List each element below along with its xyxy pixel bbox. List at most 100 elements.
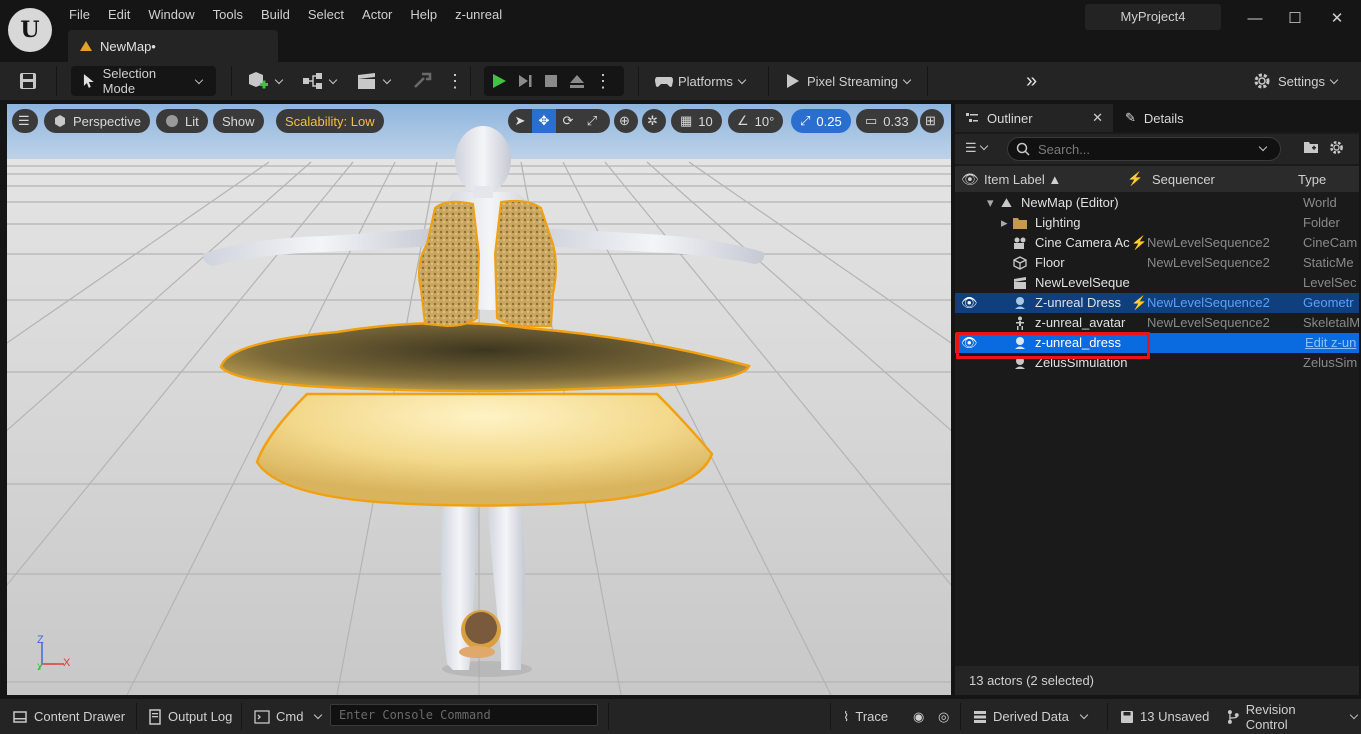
row-sequencer: NewLevelSequence2 — [1147, 295, 1270, 310]
column-type[interactable]: Type — [1298, 172, 1326, 187]
collapse-arrow-icon[interactable]: ▾ — [987, 193, 994, 213]
menu-edit[interactable]: Edit — [99, 6, 139, 24]
camera-speed-button[interactable]: ▭ 0.33 — [856, 109, 918, 133]
mesh-icon — [1013, 256, 1027, 270]
axis-y-label: Y — [37, 662, 44, 672]
menu-bar: File Edit Window Tools Build Select Acto… — [60, 6, 511, 24]
row-type-link[interactable]: Edit z-un — [1305, 333, 1361, 353]
close-window-icon[interactable]: ✕ — [1322, 6, 1352, 32]
derived-data-button[interactable]: Derived Data — [973, 699, 1091, 734]
unreal-logo-icon[interactable]: U — [8, 8, 52, 52]
outliner-row-z-unreal-dress-geometry[interactable]: 👁 Z-unreal Dress ⚡ NewLevelSequence2 Geo… — [955, 293, 1359, 313]
viewport-layout-icon[interactable]: ⊞ — [920, 109, 944, 133]
scale-snap-button[interactable]: ⤢ 0.25 — [791, 109, 851, 133]
menu-tools[interactable]: Tools — [204, 6, 252, 24]
project-name-badge[interactable]: MyProject4 — [1085, 4, 1221, 30]
sequence-icon — [1014, 277, 1026, 289]
add-actor-button[interactable] — [246, 66, 286, 96]
output-log-button[interactable]: Output Log — [148, 699, 232, 734]
build-icon[interactable] — [412, 66, 434, 96]
play-options-icon[interactable]: ⋮ — [594, 71, 612, 92]
level-viewport[interactable]: ☰ Perspective Lit Show Scalability: Low … — [7, 104, 951, 695]
rotate-tool-icon[interactable]: ⟳ — [556, 113, 580, 129]
scale-tool-icon[interactable]: ⤢ — [580, 113, 604, 129]
world-local-icon[interactable]: ⊕ — [614, 109, 638, 133]
trace-button[interactable]: ⌇ Trace — [843, 699, 888, 734]
grid-snap-button[interactable]: ▦ 10 — [671, 109, 722, 133]
row-label: Z-unreal Dress — [1035, 295, 1121, 310]
outliner-row-newmap[interactable]: ▾ ⛰ NewMap (Editor) World — [955, 193, 1359, 213]
more-options-icon[interactable]: ⋮ — [446, 66, 464, 96]
console-command-input[interactable] — [330, 704, 598, 726]
stop-icon[interactable] — [542, 72, 560, 90]
viewport-scene[interactable] — [7, 104, 951, 695]
panel-tabs: Outliner ✕ ✎ Details — [955, 104, 1359, 132]
surface-snap-icon[interactable]: ✲ — [642, 109, 666, 133]
tab-details-label: Details — [1143, 110, 1184, 126]
tab-details[interactable]: ✎ Details — [1115, 104, 1194, 132]
expand-arrow-icon[interactable]: ▸ — [1001, 213, 1008, 233]
outliner-settings-icon[interactable] — [1328, 139, 1345, 159]
perspective-button[interactable]: Perspective — [44, 109, 150, 133]
outliner-row-cine-camera[interactable]: Cine Camera Ac ⚡ NewLevelSequence2 CineC… — [955, 233, 1359, 253]
platforms-button[interactable]: Platforms — [654, 66, 749, 96]
filter-icon[interactable]: ☰ — [965, 140, 991, 156]
visibility-eye-icon[interactable]: 👁 — [961, 293, 978, 313]
outliner-row-z-unreal-avatar[interactable]: z-unreal_avatar NewLevelSequence2 Skelet… — [955, 313, 1359, 333]
save-icon[interactable] — [18, 66, 38, 96]
scalability-warning[interactable]: Scalability: Low — [276, 109, 384, 133]
maximize-icon[interactable]: ☐ — [1280, 6, 1310, 32]
select-tool-icon[interactable]: ➤ — [508, 113, 532, 129]
visibility-column-icon[interactable]: 👁 — [961, 171, 979, 188]
status-icon[interactable]: ◎ — [938, 699, 949, 734]
menu-select[interactable]: Select — [299, 6, 353, 24]
scale-snap-icon: ⤢ — [800, 113, 811, 128]
outliner-row-lighting[interactable]: ▸ Lighting Folder — [955, 213, 1359, 233]
outliner-search-input[interactable]: Search... — [1007, 137, 1281, 161]
move-tool-icon[interactable]: ✥ — [532, 109, 556, 133]
selection-mode-button[interactable]: Selection Mode — [71, 66, 216, 96]
minimize-icon[interactable]: — — [1240, 6, 1270, 32]
eject-icon[interactable] — [568, 72, 586, 90]
rotation-snap-button[interactable]: ∠ 10° — [728, 109, 784, 133]
play-icon[interactable] — [490, 72, 508, 90]
viewport-menu-icon[interactable]: ☰ — [12, 109, 38, 133]
cinematics-button[interactable] — [356, 66, 394, 96]
menu-file[interactable]: File — [60, 6, 99, 24]
show-button[interactable]: Show — [213, 109, 264, 133]
trace-icon: ⌇ — [843, 708, 850, 724]
revision-control-button[interactable]: Revision Control — [1226, 699, 1361, 734]
menu-help[interactable]: Help — [401, 6, 446, 24]
step-icon[interactable] — [516, 72, 534, 90]
angle-icon: ∠ — [737, 113, 749, 128]
lit-button[interactable]: Lit — [156, 109, 208, 133]
close-tab-icon[interactable]: ✕ — [1092, 110, 1103, 126]
row-label: NewLevelSeque — [1035, 275, 1130, 290]
menu-z-unreal[interactable]: z-unreal — [446, 6, 511, 24]
outliner-row-floor[interactable]: Floor NewLevelSequence2 StaticMe — [955, 253, 1359, 273]
perspective-label: Perspective — [73, 113, 141, 129]
menu-build[interactable]: Build — [252, 6, 299, 24]
sequencer-column-icon[interactable]: ⚡ — [1127, 171, 1143, 187]
expand-toolbar-icon[interactable]: » — [1026, 66, 1037, 96]
tab-outliner[interactable]: Outliner ✕ — [955, 104, 1113, 132]
settings-button[interactable]: Settings — [1252, 66, 1341, 96]
trace-label: Trace — [855, 709, 889, 724]
row-label: z-unreal_avatar — [1035, 315, 1126, 330]
viewport-toolbar: ☰ Perspective Lit Show Scalability: Low … — [7, 104, 951, 138]
outliner-row-level-sequence[interactable]: NewLevelSeque LevelSec — [955, 273, 1359, 293]
search-icon — [1016, 142, 1030, 156]
column-sequencer[interactable]: Sequencer — [1152, 172, 1215, 187]
unsaved-button[interactable]: 13 Unsaved — [1120, 699, 1209, 734]
record-icon[interactable]: ◉ — [913, 699, 924, 734]
column-item-label[interactable]: Item Label ▲ — [984, 172, 1061, 187]
cmd-button[interactable]: Cmd — [254, 699, 325, 734]
tab-newmap[interactable]: NewMap• — [68, 30, 278, 62]
sphere-icon — [166, 115, 178, 127]
blueprints-button[interactable] — [302, 66, 340, 96]
menu-window[interactable]: Window — [139, 6, 203, 24]
pixel-streaming-button[interactable]: Pixel Streaming — [784, 66, 914, 96]
new-folder-icon[interactable] — [1303, 140, 1319, 157]
menu-actor[interactable]: Actor — [353, 6, 401, 24]
content-drawer-button[interactable]: Content Drawer — [12, 699, 125, 734]
